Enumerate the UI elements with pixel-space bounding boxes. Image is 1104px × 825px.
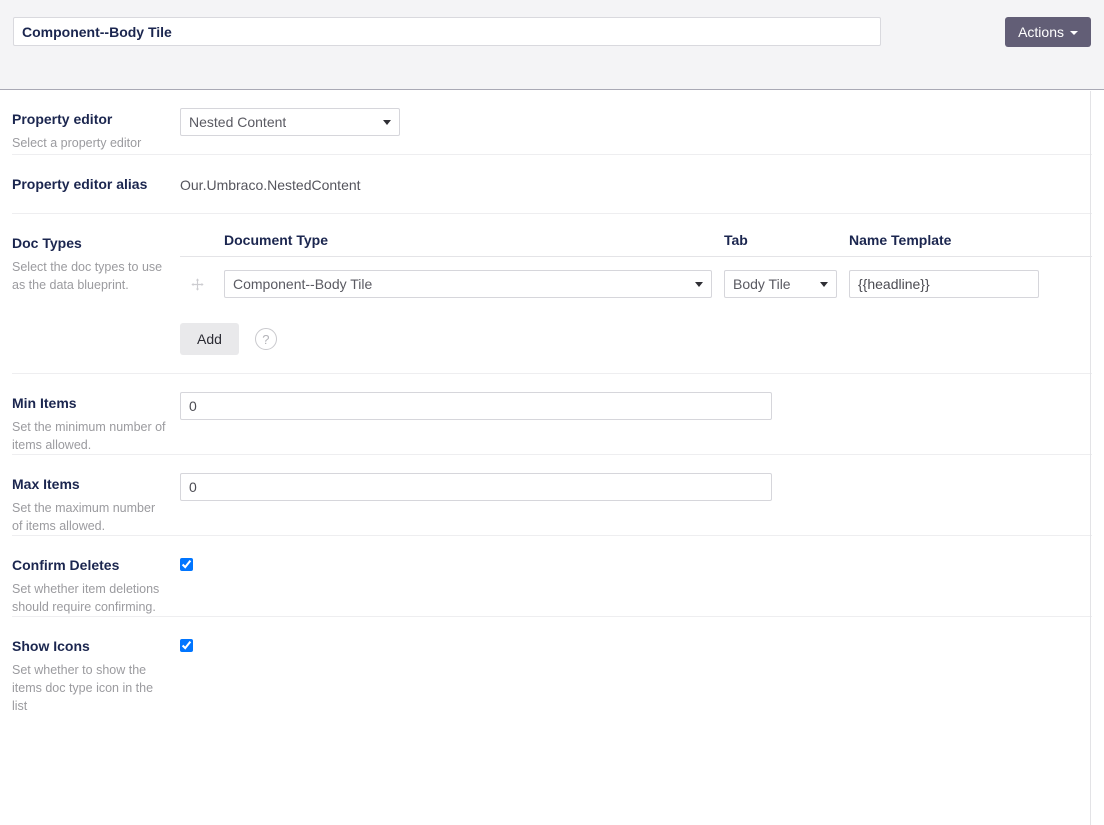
min-items-control — [180, 374, 1092, 438]
property-editor-description: Select a property editor — [12, 136, 142, 150]
property-editor-alias-row: Property editor alias Our.Umbraco.Nested… — [12, 155, 1092, 214]
tab-select-cell: Body Tile — [724, 270, 849, 298]
data-type-name-input[interactable] — [13, 17, 881, 46]
confirm-deletes-control — [180, 536, 1092, 594]
property-editor-control: Nested Content — [180, 90, 1092, 154]
property-editor-alias-control: Our.Umbraco.NestedContent — [180, 155, 1092, 213]
property-editor-alias-label: Property editor alias — [12, 176, 148, 192]
editor-body: Property editor Select a property editor… — [0, 90, 1104, 715]
confirm-deletes-labels: Confirm Deletes Set whether item deletio… — [12, 536, 180, 616]
max-items-description: Set the maximum number of items allowed. — [12, 501, 156, 533]
data-type-editor: Actions Property editor Select a propert… — [0, 0, 1104, 825]
chevron-down-icon — [820, 282, 828, 287]
add-button[interactable]: Add — [180, 323, 239, 355]
column-header-document-type: Document Type — [224, 232, 328, 248]
property-editor-labels: Property editor Select a property editor — [12, 90, 180, 152]
confirm-deletes-checkbox[interactable] — [180, 558, 193, 571]
editor-header: Actions — [0, 0, 1104, 90]
doc-types-description: Select the doc types to use as the data … — [12, 260, 163, 292]
doc-types-table: Document Type Tab Name Template Componen… — [180, 232, 1092, 355]
min-items-input[interactable] — [180, 392, 772, 420]
scrollbar-track[interactable] — [1090, 91, 1091, 825]
doc-type-select-cell: Component--Body Tile — [224, 270, 724, 298]
max-items-label: Max Items — [12, 476, 80, 492]
doc-types-label: Doc Types — [12, 235, 82, 251]
chevron-down-icon — [695, 282, 703, 287]
show-icons-labels: Show Icons Set whether to show the items… — [12, 617, 180, 715]
table-row: Component--Body Tile Body Tile — [180, 257, 1092, 298]
property-editor-alias-value: Our.Umbraco.NestedContent — [180, 177, 361, 193]
property-editor-alias-labels: Property editor alias — [12, 155, 180, 193]
max-items-control — [180, 455, 1092, 519]
doc-types-table-header: Document Type Tab Name Template — [180, 232, 1092, 257]
show-icons-label: Show Icons — [12, 638, 90, 654]
max-items-row: Max Items Set the maximum number of item… — [12, 455, 1092, 536]
max-items-input[interactable] — [180, 473, 772, 501]
chevron-down-icon — [1070, 31, 1078, 35]
min-items-row: Min Items Set the minimum number of item… — [12, 374, 1092, 455]
drag-handle-icon[interactable] — [180, 277, 224, 291]
column-header-tab: Tab — [724, 232, 748, 248]
actions-button-label: Actions — [1018, 24, 1064, 40]
column-header-name-template: Name Template — [849, 232, 952, 248]
help-icon-glyph: ? — [262, 331, 270, 347]
doc-types-labels: Doc Types Select the doc types to use as… — [12, 214, 180, 294]
help-icon[interactable]: ? — [254, 328, 277, 350]
name-template-cell — [849, 270, 1039, 298]
doc-types-control: Document Type Tab Name Template Componen… — [180, 214, 1092, 373]
max-items-labels: Max Items Set the maximum number of item… — [12, 455, 180, 535]
show-icons-control — [180, 617, 1092, 675]
min-items-labels: Min Items Set the minimum number of item… — [12, 374, 180, 454]
doc-types-actions: Add ? — [180, 323, 1092, 355]
document-type-select-value: Component--Body Tile — [233, 276, 373, 292]
confirm-deletes-description: Set whether item deletions should requir… — [12, 582, 160, 614]
property-editor-select-value: Nested Content — [189, 114, 287, 130]
actions-button[interactable]: Actions — [1005, 17, 1091, 47]
tab-select[interactable]: Body Tile — [724, 270, 837, 298]
show-icons-description: Set whether to show the items doc type i… — [12, 663, 154, 713]
property-editor-row: Property editor Select a property editor… — [12, 90, 1092, 155]
confirm-deletes-label: Confirm Deletes — [12, 557, 120, 573]
document-type-select[interactable]: Component--Body Tile — [224, 270, 712, 298]
min-items-description: Set the minimum number of items allowed. — [12, 420, 166, 452]
chevron-down-icon — [383, 120, 391, 125]
name-template-input[interactable] — [849, 270, 1039, 298]
doc-types-row: Doc Types Select the doc types to use as… — [12, 214, 1092, 374]
tab-select-value: Body Tile — [733, 276, 791, 292]
confirm-deletes-row: Confirm Deletes Set whether item deletio… — [12, 536, 1092, 617]
property-editor-label: Property editor — [12, 111, 113, 127]
show-icons-row: Show Icons Set whether to show the items… — [12, 617, 1092, 715]
show-icons-checkbox[interactable] — [180, 639, 193, 652]
min-items-label: Min Items — [12, 395, 77, 411]
property-editor-select[interactable]: Nested Content — [180, 108, 400, 136]
